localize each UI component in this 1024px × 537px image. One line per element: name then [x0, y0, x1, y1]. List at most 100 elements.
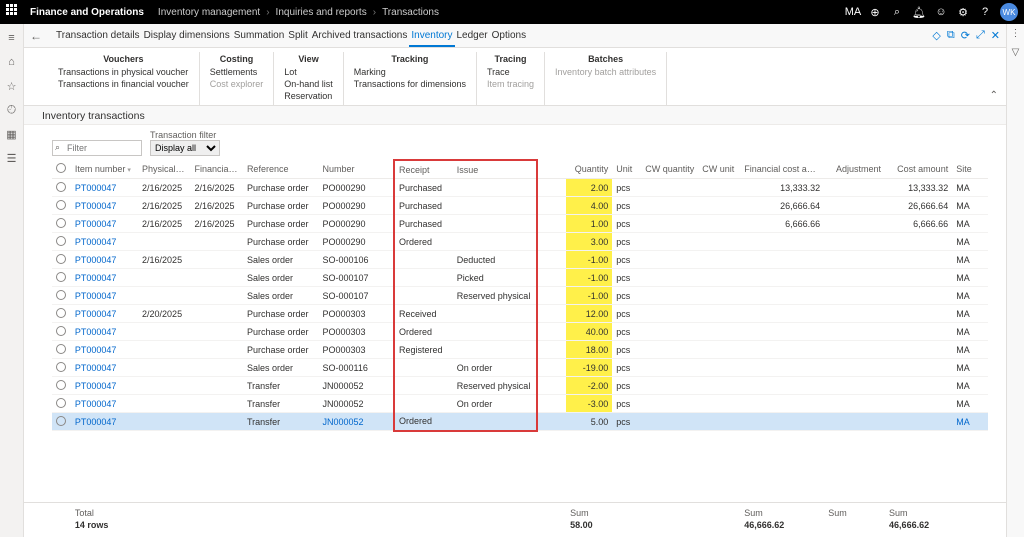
grid-area[interactable]: Item numberPhysical dateFinancial dateRe…	[24, 159, 1006, 502]
office-icon[interactable]: ⧉	[947, 29, 955, 42]
col-head[interactable]	[52, 160, 71, 179]
col-head[interactable]: Issue	[453, 160, 537, 179]
ribbon-item[interactable]: Transactions for dimensions	[354, 78, 466, 90]
tab-ledger[interactable]: Ledger	[455, 26, 490, 47]
number-link[interactable]: JN000052	[322, 417, 363, 427]
row-radio[interactable]	[56, 398, 66, 408]
table-row[interactable]: PT0000472/16/2025Sales orderSO-000106Ded…	[52, 251, 988, 269]
gear-icon[interactable]: ⚙	[952, 1, 974, 23]
collapse-ribbon-icon[interactable]: ⌃	[990, 90, 998, 101]
table-row[interactable]: PT000047Sales orderSO-000107Picked-1.00p…	[52, 269, 988, 287]
row-radio[interactable]	[56, 200, 66, 210]
col-head[interactable]: Reference	[243, 160, 319, 179]
recent-icon[interactable]: 🕘︎	[4, 102, 20, 118]
tab-display-dimensions[interactable]: Display dimensions	[142, 26, 232, 47]
avatar[interactable]: WK	[1000, 3, 1018, 21]
globe-icon[interactable]: ⊕	[864, 1, 886, 23]
ribbon-item[interactable]: Lot	[284, 66, 333, 78]
close-icon[interactable]: ✕	[991, 29, 1000, 42]
item-link[interactable]: PT000047	[75, 255, 117, 265]
row-radio[interactable]	[56, 236, 66, 246]
col-head[interactable]: CW unit	[698, 160, 740, 179]
ribbon-item[interactable]: Transactions in physical voucher	[58, 66, 189, 78]
tab-archived-transactions[interactable]: Archived transactions	[310, 26, 410, 47]
refresh-icon[interactable]: ⟳	[961, 29, 970, 42]
item-link[interactable]: PT000047	[75, 219, 117, 229]
row-radio[interactable]	[56, 416, 66, 426]
item-link[interactable]: PT000047	[75, 345, 117, 355]
item-link[interactable]: PT000047	[75, 417, 117, 427]
item-link[interactable]: PT000047	[75, 273, 117, 283]
table-row[interactable]: PT0000472/16/20252/16/2025Purchase order…	[52, 179, 988, 197]
breadcrumb-item[interactable]: Inquiries and reports	[276, 7, 367, 18]
bell-icon[interactable]: 🔔︎	[908, 1, 930, 23]
select-all-radio[interactable]	[56, 163, 66, 173]
site-link[interactable]: MA	[956, 417, 970, 427]
smiley-icon[interactable]: ☺	[930, 1, 952, 23]
col-head[interactable]	[977, 160, 988, 179]
breadcrumb-item[interactable]: Inventory management	[158, 7, 260, 18]
col-head[interactable]: Physical date	[138, 160, 190, 179]
col-head[interactable]: Unit	[612, 160, 639, 179]
row-radio[interactable]	[56, 218, 66, 228]
row-radio[interactable]	[56, 254, 66, 264]
table-row[interactable]: PT000047TransferJN000052Reserved physica…	[52, 377, 988, 395]
col-head[interactable]: Financial date	[190, 160, 242, 179]
filter-input[interactable]	[52, 140, 142, 156]
table-row[interactable]: PT000047TransferJN000052Ordered5.00pcsMA	[52, 413, 988, 431]
row-radio[interactable]	[56, 380, 66, 390]
row-radio[interactable]	[56, 272, 66, 282]
col-head[interactable]: Quantity	[566, 160, 612, 179]
ribbon-item[interactable]: On-hand list	[284, 78, 333, 90]
item-link[interactable]: PT000047	[75, 291, 117, 301]
list-icon[interactable]: ☰	[4, 150, 20, 166]
table-row[interactable]: PT000047Purchase orderPO000303Ordered40.…	[52, 323, 988, 341]
search-icon[interactable]: ⌕	[886, 1, 908, 23]
item-link[interactable]: PT000047	[75, 381, 117, 391]
module-icon[interactable]: ▦	[4, 126, 20, 142]
item-link[interactable]: PT000047	[75, 327, 117, 337]
breadcrumb-item[interactable]: Transactions	[382, 7, 439, 18]
tab-split[interactable]: Split	[286, 26, 309, 47]
row-radio[interactable]	[56, 182, 66, 192]
tab-summation[interactable]: Summation	[232, 26, 287, 47]
star-icon[interactable]: ☆	[4, 78, 20, 94]
user-initials-left[interactable]: MA	[842, 1, 864, 23]
item-link[interactable]: PT000047	[75, 399, 117, 409]
item-link[interactable]: PT000047	[75, 363, 117, 373]
col-head[interactable]	[537, 160, 566, 179]
table-row[interactable]: PT000047Purchase orderPO000303Registered…	[52, 341, 988, 359]
col-head[interactable]: Item number	[71, 160, 138, 179]
col-head[interactable]: Site	[952, 160, 977, 179]
row-radio[interactable]	[56, 344, 66, 354]
ribbon-item[interactable]: Trace	[487, 66, 534, 78]
filter-pane-icon[interactable]: ▽	[1012, 47, 1020, 58]
attach-icon[interactable]: ◇	[932, 29, 940, 42]
transaction-filter-select[interactable]: Display all	[150, 140, 220, 156]
ribbon-item[interactable]: Reservation	[284, 90, 333, 102]
ribbon-item[interactable]: Marking	[354, 66, 466, 78]
col-head[interactable]: Cost amount	[885, 160, 952, 179]
tab-transaction-details[interactable]: Transaction details	[54, 26, 142, 47]
table-row[interactable]: PT000047Sales orderSO-000107Reserved phy…	[52, 287, 988, 305]
col-head[interactable]: Adjustment	[824, 160, 885, 179]
table-row[interactable]: PT000047TransferJN000052On order-3.00pcs…	[52, 395, 988, 413]
item-link[interactable]: PT000047	[75, 201, 117, 211]
col-head[interactable]: Financial cost amount	[740, 160, 824, 179]
tab-options[interactable]: Options	[490, 26, 528, 47]
row-radio[interactable]	[56, 308, 66, 318]
back-icon[interactable]: ←	[30, 29, 44, 43]
col-head[interactable]: Number	[318, 160, 394, 179]
ribbon-item[interactable]: Transactions in financial voucher	[58, 78, 189, 90]
ribbon-item[interactable]: Settlements	[210, 66, 264, 78]
related-info-icon[interactable]: ⋮	[1011, 28, 1021, 39]
menu-icon[interactable]: ≡	[4, 30, 20, 46]
row-radio[interactable]	[56, 362, 66, 372]
popout-icon[interactable]: ⤢	[976, 29, 985, 42]
row-radio[interactable]	[56, 290, 66, 300]
tab-inventory[interactable]: Inventory	[409, 26, 454, 47]
col-head[interactable]: Receipt	[394, 160, 453, 179]
app-launcher-icon[interactable]	[6, 4, 22, 20]
table-row[interactable]: PT0000472/16/20252/16/2025Purchase order…	[52, 197, 988, 215]
row-radio[interactable]	[56, 326, 66, 336]
